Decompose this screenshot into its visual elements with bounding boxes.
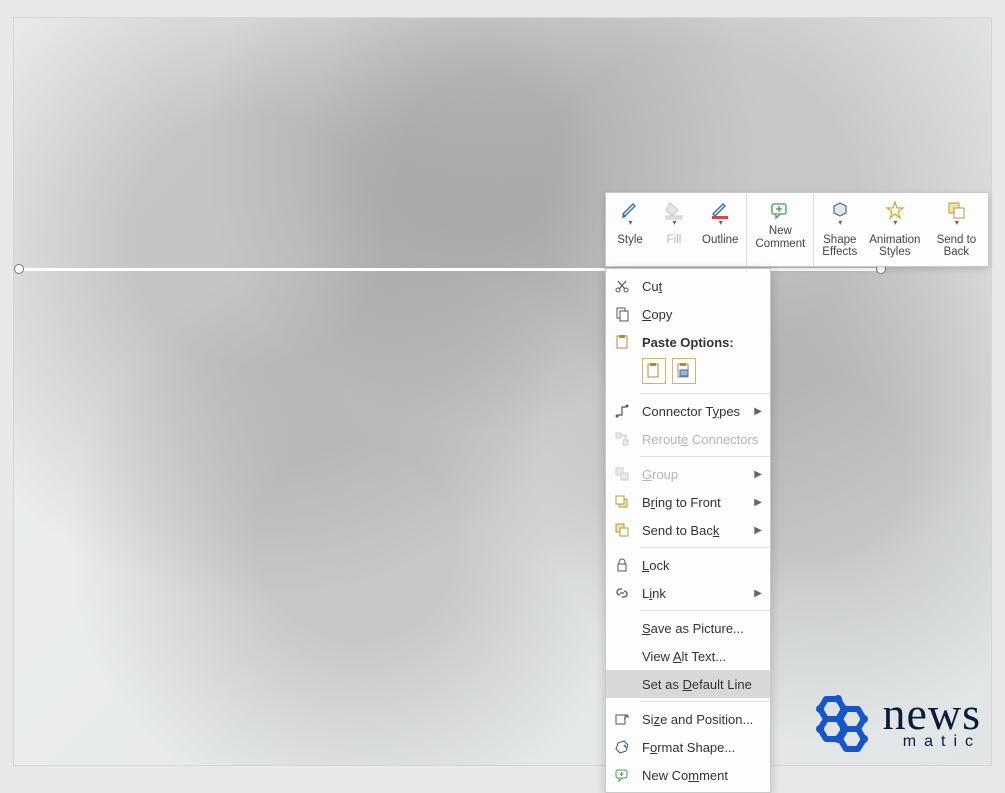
chevron-right-icon: ▶: [754, 406, 762, 417]
connector-types-icon: [612, 401, 632, 421]
menu-link-label: Link: [642, 586, 754, 601]
menu-format-shape-label: Format Shape...: [642, 740, 762, 755]
send-to-back-toolbar-label: Send to Back: [937, 234, 977, 259]
menu-send-to-back-label: Send to Back: [642, 523, 754, 538]
menu-cut-label: Cut: [642, 279, 762, 294]
fill-button[interactable]: ▾ Fill: [652, 196, 696, 263]
new-comment-button[interactable]: New Comment: [749, 196, 811, 263]
menu-separator: [640, 456, 770, 457]
menu-copy-label: Copy: [642, 307, 762, 322]
shape-effects-button[interactable]: ▾ Shape Effects: [816, 196, 863, 263]
chevron-right-icon: ▶: [754, 497, 762, 508]
paste-picture[interactable]: [672, 358, 696, 384]
paste-options-row: [606, 356, 770, 390]
menu-new-comment[interactable]: New Comment: [606, 761, 770, 789]
menu-connector-types[interactable]: Connector Types ▶: [606, 397, 770, 425]
animation-styles-label: Animation Styles: [869, 234, 920, 259]
menu-group-label: Group: [642, 467, 754, 482]
menu-size-and-position-label: Size and Position...: [642, 712, 762, 727]
menu-set-as-default-line-label: Set as Default Line: [642, 677, 762, 692]
menu-lock[interactable]: Lock: [606, 551, 770, 579]
menu-cut[interactable]: Cut: [606, 272, 770, 300]
paste-icon: [612, 332, 632, 352]
menu-set-as-default-line[interactable]: Set as Default Line: [606, 670, 770, 698]
size-position-icon: [612, 709, 632, 729]
animation-styles-button[interactable]: ▾ Animation Styles: [863, 196, 926, 263]
mini-toolbar: ▾ Style ▾ Fill ▾ Outline New Comment: [605, 192, 989, 267]
menu-send-to-back[interactable]: Send to Back ▶: [606, 516, 770, 544]
send-to-back-toolbar-button[interactable]: ▾ Send to Back: [926, 196, 986, 263]
menu-size-and-position[interactable]: Size and Position...: [606, 705, 770, 733]
fill-label: Fill: [667, 234, 682, 247]
new-comment-menu-icon: [612, 765, 632, 785]
menu-save-as-picture-label: Save as Picture...: [642, 621, 762, 636]
menu-bring-to-front-label: Bring to Front: [642, 495, 754, 510]
send-to-back-menu-icon: [612, 520, 632, 540]
menu-paste-options-header: Paste Options:: [606, 328, 770, 356]
chevron-right-icon: ▶: [754, 469, 762, 480]
lock-icon: [612, 555, 632, 575]
menu-view-alt-text-label: View Alt Text...: [642, 649, 762, 664]
menu-separator: [640, 610, 770, 611]
style-label: Style: [617, 234, 643, 247]
menu-connector-types-label: Connector Types: [642, 404, 754, 419]
slide-canvas[interactable]: [14, 18, 991, 765]
outline-button[interactable]: ▾ Outline: [696, 196, 744, 263]
menu-separator: [640, 547, 770, 548]
menu-bring-to-front[interactable]: Bring to Front ▶: [606, 488, 770, 516]
chevron-right-icon: ▶: [754, 588, 762, 599]
menu-link[interactable]: Link ▶: [606, 579, 770, 607]
format-shape-icon: [612, 737, 632, 757]
context-menu: Cut Copy Paste Options: Connector Types …: [605, 268, 771, 793]
menu-format-shape[interactable]: Format Shape...: [606, 733, 770, 761]
menu-view-alt-text[interactable]: View Alt Text...: [606, 642, 770, 670]
line-handle-left[interactable]: [14, 264, 24, 274]
chevron-right-icon: ▶: [754, 525, 762, 536]
menu-copy[interactable]: Copy: [606, 300, 770, 328]
link-icon: [612, 583, 632, 603]
outline-label: Outline: [702, 234, 738, 247]
menu-separator: [640, 393, 770, 394]
shape-effects-label: Shape Effects: [822, 234, 857, 259]
bring-to-front-icon: [612, 492, 632, 512]
menu-new-comment-label: New Comment: [642, 768, 762, 783]
copy-icon: [612, 304, 632, 324]
cut-icon: [612, 276, 632, 296]
menu-reroute-connectors-label: Reroute Connectors: [642, 432, 762, 447]
reroute-connectors-icon: [612, 429, 632, 449]
paste-use-destination-theme[interactable]: [642, 358, 666, 384]
menu-group: Group ▶: [606, 460, 770, 488]
menu-separator: [640, 701, 770, 702]
menu-paste-options-label: Paste Options:: [642, 335, 762, 350]
new-comment-icon: [769, 199, 791, 221]
style-button[interactable]: ▾ Style: [608, 196, 652, 263]
group-icon: [612, 464, 632, 484]
new-comment-label: New Comment: [755, 225, 805, 250]
menu-reroute-connectors: Reroute Connectors: [606, 425, 770, 453]
menu-save-as-picture[interactable]: Save as Picture...: [606, 614, 770, 642]
menu-lock-label: Lock: [642, 558, 762, 573]
